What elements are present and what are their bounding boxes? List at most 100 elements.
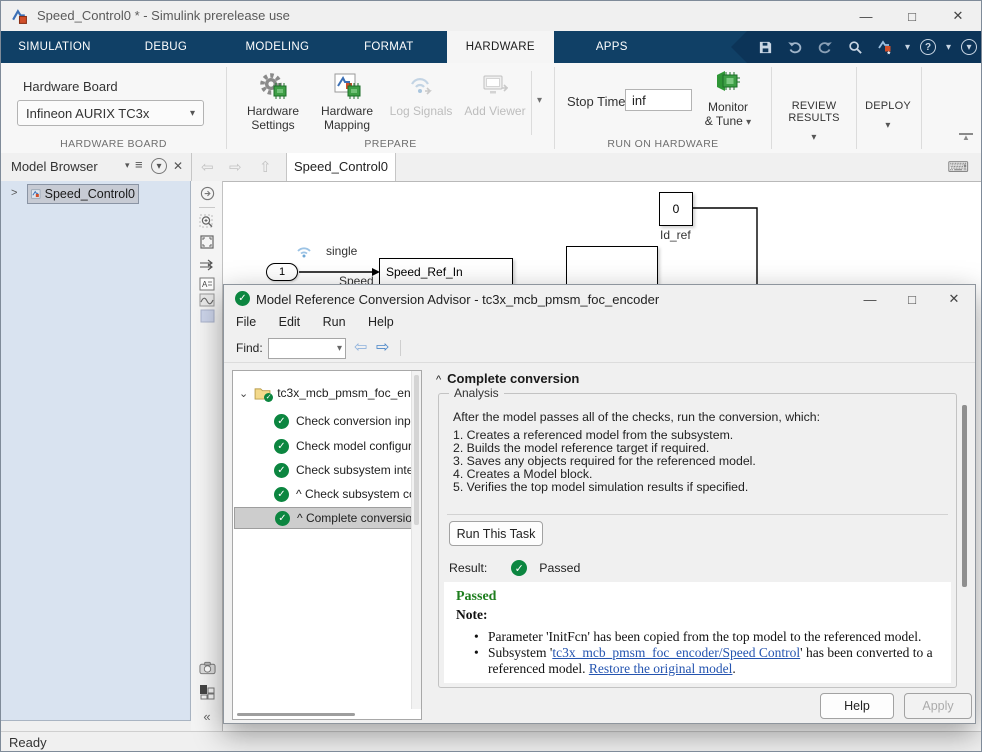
- browser-close-icon[interactable]: ✕: [173, 159, 183, 173]
- menu-help[interactable]: Help: [368, 315, 394, 329]
- undo-icon[interactable]: [785, 37, 805, 57]
- collapse-section-icon[interactable]: ^: [436, 374, 441, 386]
- status-text: Ready: [9, 735, 47, 750]
- menu-run[interactable]: Run: [323, 315, 346, 329]
- document-tab[interactable]: Speed_Control0: [286, 153, 396, 181]
- inport-number: 1: [279, 266, 285, 278]
- redo-icon[interactable]: [815, 37, 835, 57]
- browser-menu-caret-icon[interactable]: ▾: [125, 160, 130, 171]
- signal-routing-icon[interactable]: [191, 259, 223, 276]
- dialog-maximize-button[interactable]: □: [891, 285, 933, 313]
- constant-block[interactable]: 0: [659, 192, 693, 226]
- browser-tree-item-selected[interactable]: Speed_Control0: [27, 184, 139, 204]
- hide-browser-icon[interactable]: [191, 186, 223, 206]
- tree-vscroll-thumb[interactable]: [414, 375, 419, 525]
- dialog-minimize-button[interactable]: —: [849, 285, 891, 313]
- run-this-task-button[interactable]: Run This Task: [449, 521, 543, 546]
- content-vertical-scrollbar[interactable]: [958, 365, 971, 687]
- review-results-button[interactable]: REVIEW RESULTS ▾: [779, 68, 849, 140]
- log-signals-button[interactable]: Log Signals: [385, 68, 457, 140]
- hardware-board-caret-icon: ▾: [190, 108, 195, 119]
- tree-horizontal-scrollbar[interactable]: [237, 713, 355, 716]
- subsystem-link[interactable]: tc3x_mcb_pmsm_foc_encoder/Speed Control: [552, 645, 800, 660]
- report-bullet-text: Parameter 'InitFcn' has been copied from…: [488, 629, 921, 644]
- collapse-toolstrip-button[interactable]: ▲: [957, 133, 975, 141]
- browser-menu-icon[interactable]: ≡: [135, 157, 143, 172]
- menu-file[interactable]: File: [236, 315, 256, 329]
- hardware-settings-label: Hardware Settings: [247, 104, 299, 132]
- inport-block[interactable]: 1: [266, 263, 298, 281]
- save-icon[interactable]: [755, 37, 775, 57]
- tree-item-row[interactable]: ✓ Check conversion input para: [233, 411, 413, 431]
- constant-name-label[interactable]: Id_ref: [660, 228, 691, 242]
- tab-modeling[interactable]: MODELING: [224, 31, 331, 63]
- keyboard-shortcuts-icon[interactable]: ⌨: [947, 158, 969, 176]
- section-prepare: Hardware Settings Hardware Mapping Log S…: [227, 63, 554, 153]
- task-check-icon: ✓: [274, 463, 289, 478]
- restore-model-link[interactable]: Restore the original model: [589, 661, 733, 676]
- tree-item-row-selected[interactable]: ✓ ^ Complete conversion: [234, 507, 413, 529]
- tab-format[interactable]: FORMAT: [335, 31, 442, 63]
- tree-item-row[interactable]: ✓ Check subsystem interface: [233, 460, 413, 480]
- favorite-caret-icon[interactable]: ▾: [905, 42, 910, 53]
- apply-button[interactable]: Apply: [904, 693, 972, 719]
- help-icon[interactable]: ?: [920, 39, 936, 55]
- screenshot-icon[interactable]: [191, 661, 223, 680]
- tree-item-label: ^ Complete conversion: [297, 511, 412, 525]
- find-label: Find:: [236, 341, 263, 355]
- nav-back-icon[interactable]: ⇦: [201, 158, 214, 176]
- tab-simulation[interactable]: SIMULATION: [1, 31, 108, 63]
- help-caret-icon[interactable]: ▾: [946, 42, 951, 53]
- zoom-icon[interactable]: [191, 214, 223, 235]
- hardware-mapping-button[interactable]: Hardware Mapping: [311, 68, 383, 140]
- hardware-settings-button[interactable]: Hardware Settings: [237, 68, 309, 140]
- menu-edit[interactable]: Edit: [279, 315, 301, 329]
- content-vscroll-thumb[interactable]: [962, 405, 967, 587]
- maximize-button[interactable]: □: [889, 1, 935, 31]
- find-next-icon[interactable]: ⇨: [376, 337, 389, 357]
- tab-debug[interactable]: DEBUG: [112, 31, 219, 63]
- toolstrip-options-icon[interactable]: ▾: [961, 39, 977, 55]
- section-divider: [921, 67, 922, 149]
- analysis-divider: [447, 514, 948, 515]
- dialog-minimize-icon: —: [864, 292, 877, 307]
- dialog-close-button[interactable]: ✕: [933, 285, 975, 313]
- tree-root-chevron-icon: ⌄: [239, 387, 248, 400]
- tree-vertical-scrollbar[interactable]: [411, 371, 421, 709]
- run-this-task-label: Run This Task: [457, 527, 536, 541]
- model-favorite-icon[interactable]: [875, 37, 895, 57]
- tab-apps[interactable]: APPS: [558, 31, 665, 63]
- stop-time-input[interactable]: [625, 89, 692, 111]
- nav-forward-icon[interactable]: ⇨: [229, 158, 242, 176]
- tree-expand-icon[interactable]: >: [11, 187, 17, 199]
- fit-to-view-icon[interactable]: [191, 234, 223, 255]
- area-icon[interactable]: [191, 309, 223, 328]
- find-previous-icon[interactable]: ⇦: [354, 337, 367, 357]
- close-button[interactable]: ✕: [935, 1, 981, 31]
- browser-collapse-all-icon[interactable]: ▾: [151, 158, 167, 174]
- deploy-button[interactable]: DEPLOY ▾: [859, 68, 917, 140]
- collapse-palette-icon[interactable]: «: [191, 709, 223, 724]
- content-heading: ^Complete conversion: [436, 371, 579, 386]
- analysis-step: 2. Builds the model reference target if …: [453, 441, 709, 455]
- gallery-expand-icon[interactable]: ▾: [537, 95, 542, 106]
- add-viewer-button[interactable]: Add Viewer: [459, 68, 531, 140]
- nav-up-icon[interactable]: ⇧: [259, 158, 272, 176]
- maximize-icon: □: [908, 9, 916, 24]
- deploy-label: DEPLOY: [859, 100, 917, 112]
- find-input[interactable]: ▾: [268, 338, 346, 359]
- svg-text:A: A: [202, 280, 208, 289]
- analysis-intro: After the model passes all of the checks…: [453, 410, 820, 424]
- tab-hardware[interactable]: HARDWARE: [447, 31, 554, 63]
- minimize-button[interactable]: —: [843, 1, 889, 31]
- subsystem-icon[interactable]: [191, 684, 223, 705]
- tree-root-row[interactable]: ⌄ ✓ tc3x_mcb_pmsm_foc_encoder/S: [233, 383, 413, 403]
- monitor-tune-button[interactable]: Monitor & Tune ▾: [695, 66, 761, 130]
- tree-item-row[interactable]: ✓ Check model configurations: [233, 436, 413, 456]
- hardware-board-select[interactable]: Infineon AURIX TC3x ▾: [17, 100, 204, 126]
- review-results-caret-icon: ▾: [779, 132, 849, 143]
- tree-item-row[interactable]: ✓ ^ Check subsystem content: [233, 484, 413, 504]
- search-icon[interactable]: [845, 37, 865, 57]
- report-bullet-text: .: [732, 661, 735, 676]
- help-button[interactable]: Help: [820, 693, 894, 719]
